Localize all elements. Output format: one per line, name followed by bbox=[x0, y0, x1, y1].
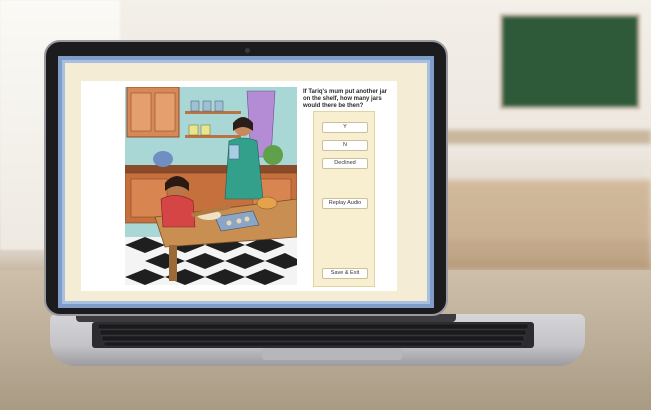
background-floor bbox=[430, 180, 651, 270]
trackpad bbox=[262, 348, 402, 360]
app-frame: If Tariq's mum put another jar on the sh… bbox=[62, 60, 430, 304]
replay-audio-button[interactable]: Replay Audio bbox=[322, 198, 368, 209]
kitchen-illustration bbox=[125, 87, 297, 285]
app-content: If Tariq's mum put another jar on the sh… bbox=[81, 81, 397, 291]
webcam-icon bbox=[245, 48, 250, 53]
yes-button[interactable]: Y bbox=[322, 122, 368, 133]
declined-button[interactable]: Declined bbox=[322, 158, 368, 169]
laptop-lid: If Tariq's mum put another jar on the sh… bbox=[44, 40, 448, 316]
laptop-screen: If Tariq's mum put another jar on the sh… bbox=[58, 56, 434, 308]
keyboard-keys bbox=[97, 323, 529, 347]
no-button[interactable]: N bbox=[322, 140, 368, 151]
background-wall-stripe bbox=[430, 130, 651, 144]
background-chalkboard bbox=[500, 14, 640, 109]
answer-panel: Y N Declined Replay Audio Save & Exit bbox=[313, 111, 375, 287]
keyboard bbox=[92, 322, 534, 348]
question-text: If Tariq's mum put another jar on the sh… bbox=[303, 89, 387, 109]
save-exit-button[interactable]: Save & Exit bbox=[322, 268, 368, 279]
